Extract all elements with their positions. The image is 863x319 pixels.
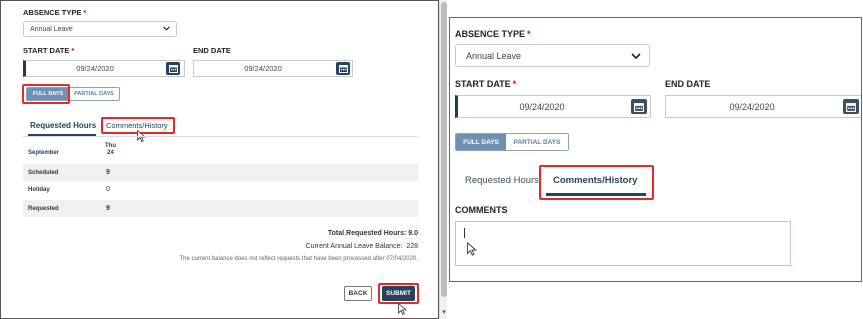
end-date-calendar-button[interactable] [336,62,350,75]
mouse-cursor-icon [467,241,478,261]
total-requested-hours: Total Requested Hours: 9.0 [327,230,418,237]
vertical-scrollbar[interactable]: ▾ [439,0,447,319]
mouse-cursor-icon [398,302,408,318]
start-date-input[interactable]: 09/24/2020 [23,60,185,77]
row-label-scheduled: Scheduled [28,169,59,176]
start-date-calendar-button[interactable] [631,99,647,114]
required-asterisk: * [527,29,531,39]
full-days-button[interactable]: FULL DAYS [456,134,506,150]
row-value-scheduled: 9 [106,169,110,176]
text-cursor-icon [464,228,465,238]
absence-type-value: Annual Leave [30,25,73,33]
row-label-holiday: Holiday [28,186,50,193]
start-date-calendar-button[interactable] [166,62,180,75]
absence-type-select[interactable]: Annual Leave [23,21,177,37]
table-row: Scheduled 9 [23,164,418,181]
active-tab-indicator [546,193,646,196]
calendar-icon [168,64,178,73]
calendar-icon [634,102,644,112]
chevron-down-icon [163,25,170,33]
comments-textarea[interactable] [455,221,791,266]
tab-divider [23,136,418,137]
calendar-icon [338,64,348,73]
comments-label: COMMENTS [455,205,508,215]
balance-note: The current balance does not reflect req… [179,256,419,262]
row-value-holiday: 0 [106,186,110,193]
start-date-label: START DATE * [455,79,517,89]
absence-type-value: Annual Leave [466,50,522,61]
end-date-input[interactable]: 09/24/2020 [193,60,353,77]
day-type-toggle: FULL DAYS PARTIAL DAYS [26,87,120,101]
end-date-label: END DATE [665,79,711,89]
left-screenshot-panel: ABSENCE TYPE * Annual Leave START DATE * E… [0,0,439,319]
table-row: Holiday 0 [23,181,418,198]
partial-days-button[interactable]: PARTIAL DAYS [69,88,119,100]
required-asterisk: * [512,79,517,89]
month-label: September [28,150,60,156]
day-type-toggle: FULL DAYS PARTIAL DAYS [455,133,569,151]
required-asterisk: * [83,8,87,17]
required-asterisk: * [71,46,75,55]
scrollbar-thumb[interactable] [441,2,447,297]
chevron-down-icon [631,51,641,61]
back-button[interactable]: BACK [344,286,372,301]
end-date-input[interactable]: 09/24/2020 [665,95,861,118]
end-date-calendar-button[interactable] [843,99,859,114]
current-balance: Current Annual Leave Balance: 228 [305,243,418,250]
absence-type-label: ABSENCE TYPE * [455,29,531,39]
tab-requested-hours[interactable]: Requested Hours [465,175,539,186]
row-value-requested: 9 [106,205,110,212]
absence-type-label: ABSENCE TYPE * [23,8,87,17]
tab-requested-hours[interactable]: Requested Hours [30,121,96,130]
right-screenshot-panel: ABSENCE TYPE * Annual Leave START DATE * E… [449,17,862,282]
start-date-label: START DATE * [23,46,75,55]
end-date-label: END DATE [193,46,231,55]
day-name: Thu [105,143,116,149]
partial-days-button[interactable]: PARTIAL DAYS [506,134,568,150]
calendar-icon [846,102,856,112]
mouse-cursor-icon [137,129,147,147]
day-header: Thu 24 [105,143,116,157]
scroll-down-icon[interactable]: ▾ [440,309,448,317]
table-row: Requested 9 [23,200,418,217]
start-date-input[interactable]: 09/24/2020 [455,95,651,118]
day-number: 24 [107,150,114,156]
full-days-button[interactable]: FULL DAYS [27,88,69,100]
tab-comments-history[interactable]: Comments/History [553,175,637,186]
submit-button[interactable]: SUBMIT [382,286,415,301]
row-label-requested: Requested [28,205,59,212]
absence-type-select[interactable]: Annual Leave [455,44,650,67]
